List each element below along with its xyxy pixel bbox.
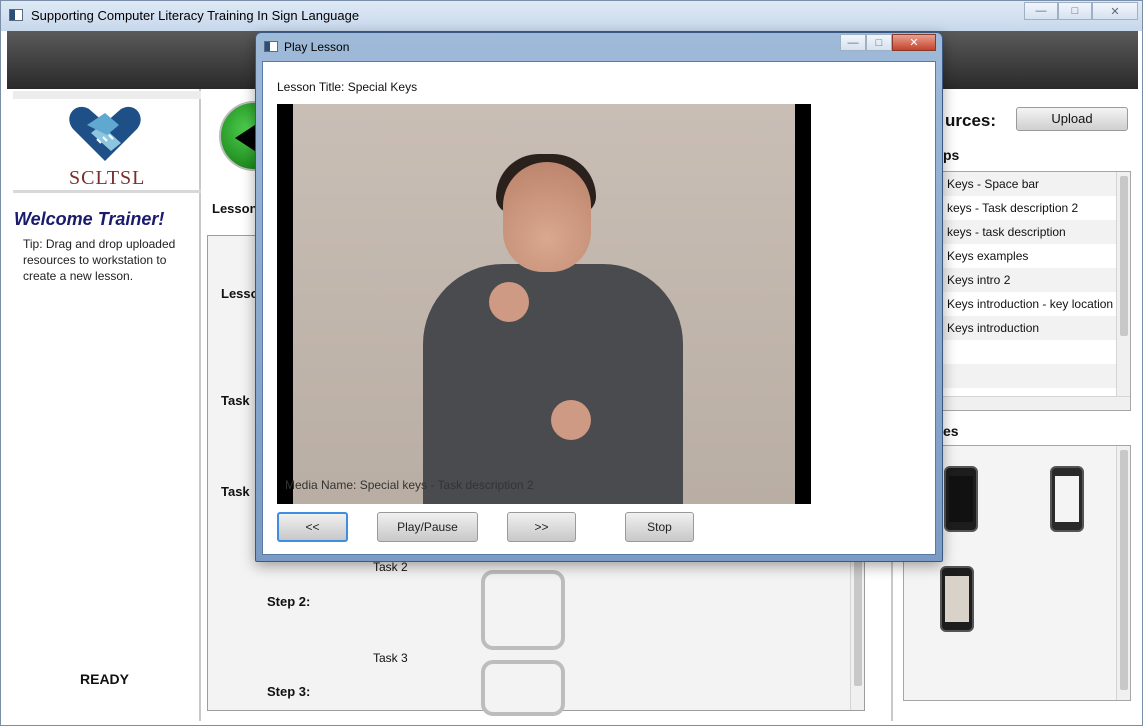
welcome-heading: Welcome Trainer! [14, 209, 165, 229]
dialog-maximize-button[interactable]: □ [866, 34, 892, 51]
close-button[interactable]: ✕ [1092, 2, 1138, 20]
scrollbar-thumb[interactable] [1120, 176, 1128, 336]
step3-drop-slot[interactable] [481, 660, 565, 716]
step2-drop-slot[interactable] [481, 570, 565, 650]
resource-list-scrollbar[interactable] [1116, 172, 1130, 397]
status-text: READY [80, 671, 130, 687]
dialog-body: Lesson Title: Special Keys Media Name: S… [262, 61, 936, 555]
left-panel: SCLTSL Welcome Trainer! Tip: Drag and dr… [7, 89, 201, 721]
media-thumbnail[interactable] [944, 466, 978, 532]
play-pause-button[interactable]: Play/Pause [377, 512, 478, 542]
task2-label: Task 2 [373, 560, 408, 574]
video-person-hand [551, 400, 591, 440]
clips-label: ps [943, 147, 960, 163]
task3-label: Task 3 [373, 651, 408, 665]
lesson-label: Lesson [212, 201, 258, 216]
video-person-body [423, 264, 683, 504]
ws-task2-label: Task [221, 484, 250, 499]
stop-button[interactable]: Stop [625, 512, 694, 542]
next-button[interactable]: >> [507, 512, 576, 542]
video-frame [293, 104, 795, 504]
play-lesson-dialog: Play Lesson — □ ✕ Lesson Title: Special … [255, 32, 943, 562]
logo-text: SCLTSL [69, 167, 146, 189]
lesson-title: Lesson Title: Special Keys [277, 80, 418, 94]
media-label: es [943, 423, 959, 439]
upload-button[interactable]: Upload [1016, 107, 1128, 131]
tip-text: Tip: Drag and drop uploaded resources to… [23, 237, 176, 283]
maximize-button[interactable]: □ [1058, 2, 1092, 20]
media-name-label: Media Name: Special keys - Task descript… [285, 478, 534, 492]
step3-label: Step 3: [267, 684, 311, 699]
left-divider [13, 190, 201, 193]
video-person-hand [489, 282, 529, 322]
main-titlebar: Supporting Computer Literacy Training In… [1, 1, 1142, 31]
dialog-title: Play Lesson [284, 40, 350, 54]
window-title: Supporting Computer Literacy Training In… [31, 8, 360, 23]
media-thumbnail[interactable] [940, 566, 974, 632]
media-thumbnail[interactable] [1050, 466, 1084, 532]
video-player[interactable]: Media Name: Special keys - Task descript… [277, 104, 811, 504]
scrollbar-thumb[interactable] [1120, 450, 1128, 690]
app-icon [9, 9, 23, 21]
resources-title: urces: [945, 111, 997, 130]
step2-label: Step 2: [267, 594, 311, 609]
video-person-head [503, 162, 591, 272]
dialog-close-button[interactable]: ✕ [892, 34, 936, 51]
ws-lesson-label: Lesso [221, 286, 259, 301]
handshake-logo-icon [69, 106, 141, 161]
dialog-minimize-button[interactable]: — [840, 34, 866, 51]
left-top-divider [13, 91, 201, 99]
minimize-button[interactable]: — [1024, 2, 1058, 20]
media-scrollbar[interactable] [1116, 446, 1130, 700]
dialog-app-icon [264, 41, 278, 52]
previous-button[interactable]: << [277, 512, 348, 542]
ws-task1-label: Task [221, 393, 250, 408]
